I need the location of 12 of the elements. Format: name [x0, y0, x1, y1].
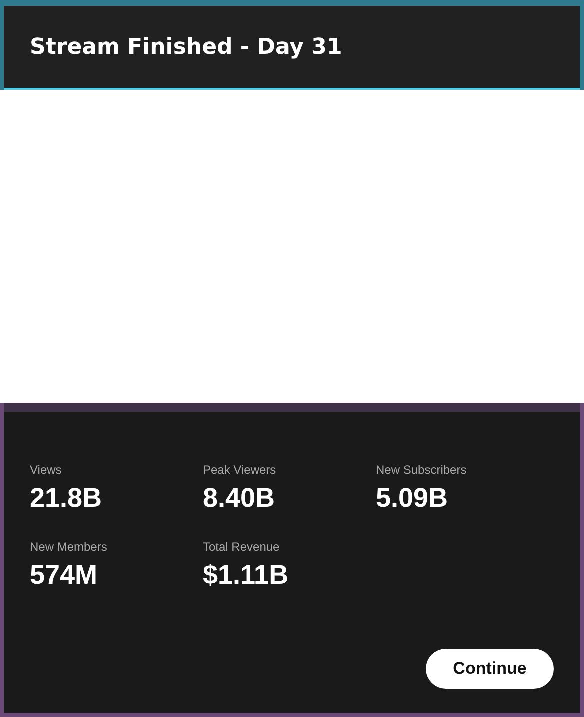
stat-value: 21.8B	[30, 483, 104, 514]
stat-label: New Subscribers	[376, 463, 468, 477]
stat-value: $1.11B	[203, 560, 290, 591]
stat-value: 574M	[30, 560, 99, 591]
stat-label: New Members	[30, 540, 108, 554]
stat-value: 8.40B	[203, 483, 276, 514]
continue-button[interactable]: Continue	[426, 649, 554, 689]
stat-value: 5.09B	[376, 483, 450, 514]
stat-label: Total Revenue	[203, 540, 281, 554]
dialog-title: Stream Finished - Day 31	[30, 34, 342, 60]
stat-label: Views	[30, 463, 63, 477]
stat-label: Peak Viewers	[203, 463, 278, 477]
